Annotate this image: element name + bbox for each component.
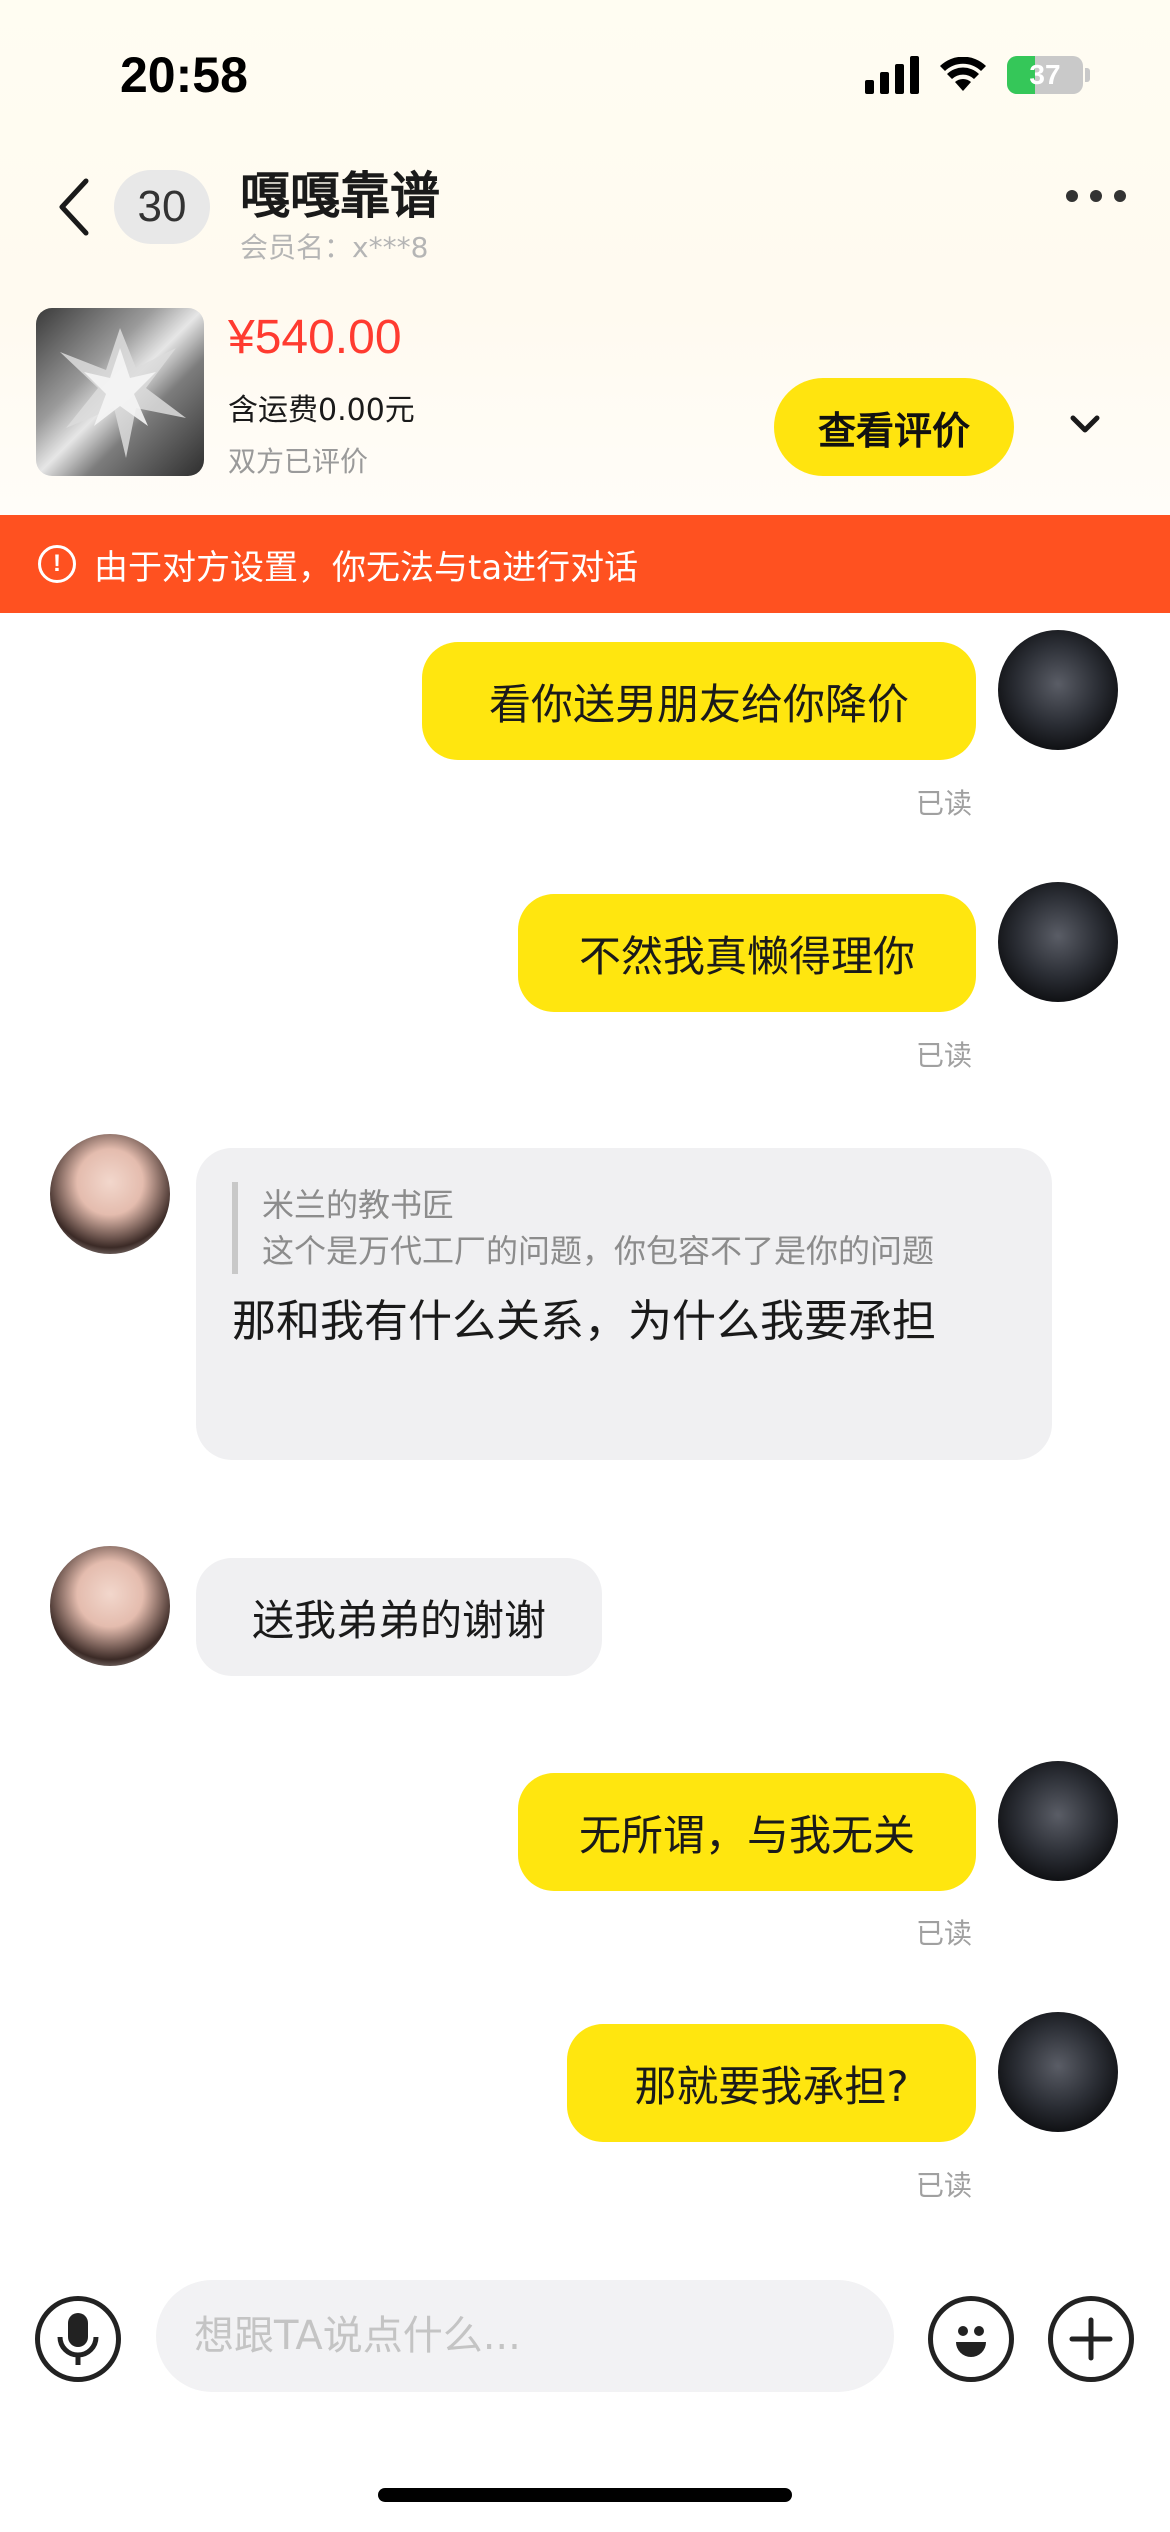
contact-avatar[interactable] [50,1546,170,1666]
my-avatar[interactable] [998,882,1118,1002]
rating-status: 双方已评价 [228,445,369,478]
view-reviews-button[interactable]: 查看评价 [774,378,1014,476]
cellular-signal-icon [865,56,919,94]
status-icons: 37 [865,56,1090,94]
member-name: 会员名：x***8 [240,231,429,264]
shipping-fee: 含运费0.00元 [228,393,415,428]
message-input[interactable] [156,2280,894,2392]
read-receipt: 已读 [916,787,973,820]
read-receipt: 已读 [916,1917,973,1950]
alert-icon: ! [38,545,76,583]
battery-level: 37 [1029,59,1061,90]
warning-text: 由于对方设置，你无法与ta进行对话 [94,547,639,588]
chevron-down-icon [1070,415,1100,433]
more-actions-button[interactable] [1048,2296,1134,2382]
message-bubble-sent[interactable]: 看你送男朋友给你降价 [422,642,976,760]
message-bubble-sent[interactable]: 无所谓，与我无关 [518,1773,976,1891]
contact-avatar[interactable] [50,1134,170,1254]
message-bubble-received[interactable]: 送我弟弟的谢谢 [196,1558,602,1676]
battery-icon: 37 [1007,56,1090,94]
read-receipt: 已读 [916,1039,973,1072]
blocked-warning-banner: ! 由于对方设置，你无法与ta进行对话 [0,515,1170,613]
message-bubble-sent[interactable]: 不然我真懒得理你 [518,894,976,1012]
product-price: ¥540.00 [228,311,402,364]
my-avatar[interactable] [998,1761,1118,1881]
robot-figure-image [60,328,186,458]
unread-count-badge[interactable]: 30 [114,170,210,244]
quote-text: 这个是万代工厂的问题，你包容不了是你的问题 [262,1232,935,1270]
product-thumbnail[interactable] [36,308,204,476]
quoted-message: 米兰的教书匠 这个是万代工厂的问题，你包容不了是你的问题 [232,1182,1016,1274]
emoji-button[interactable] [928,2296,1014,2382]
my-avatar[interactable] [998,2012,1118,2132]
read-receipt: 已读 [916,2169,973,2202]
home-indicator [378,2488,792,2502]
message-text: 那和我有什么关系，为什么我要承担 [232,1296,936,1347]
more-dots-icon [1066,190,1078,202]
contact-name: 嘎嘎靠谱 [240,167,440,225]
chevron-left-icon [59,178,89,236]
quote-author: 米兰的教书匠 [262,1186,455,1224]
plus-icon [1069,2317,1113,2361]
my-avatar[interactable] [998,630,1118,750]
message-bubble-sent[interactable]: 那就要我承担? [567,2024,976,2142]
status-time: 20:58 [120,47,248,103]
back-button[interactable] [44,172,104,242]
smiley-icon [956,2326,986,2357]
voice-input-button[interactable] [35,2296,121,2382]
expand-product-button[interactable] [1060,400,1110,450]
more-options-button[interactable] [1066,190,1126,202]
microphone-icon [57,2313,99,2365]
message-bubble-received-quote[interactable]: 米兰的教书匠 这个是万代工厂的问题，你包容不了是你的问题 那和我有什么关系，为什… [196,1148,1052,1460]
wifi-icon [940,57,986,91]
